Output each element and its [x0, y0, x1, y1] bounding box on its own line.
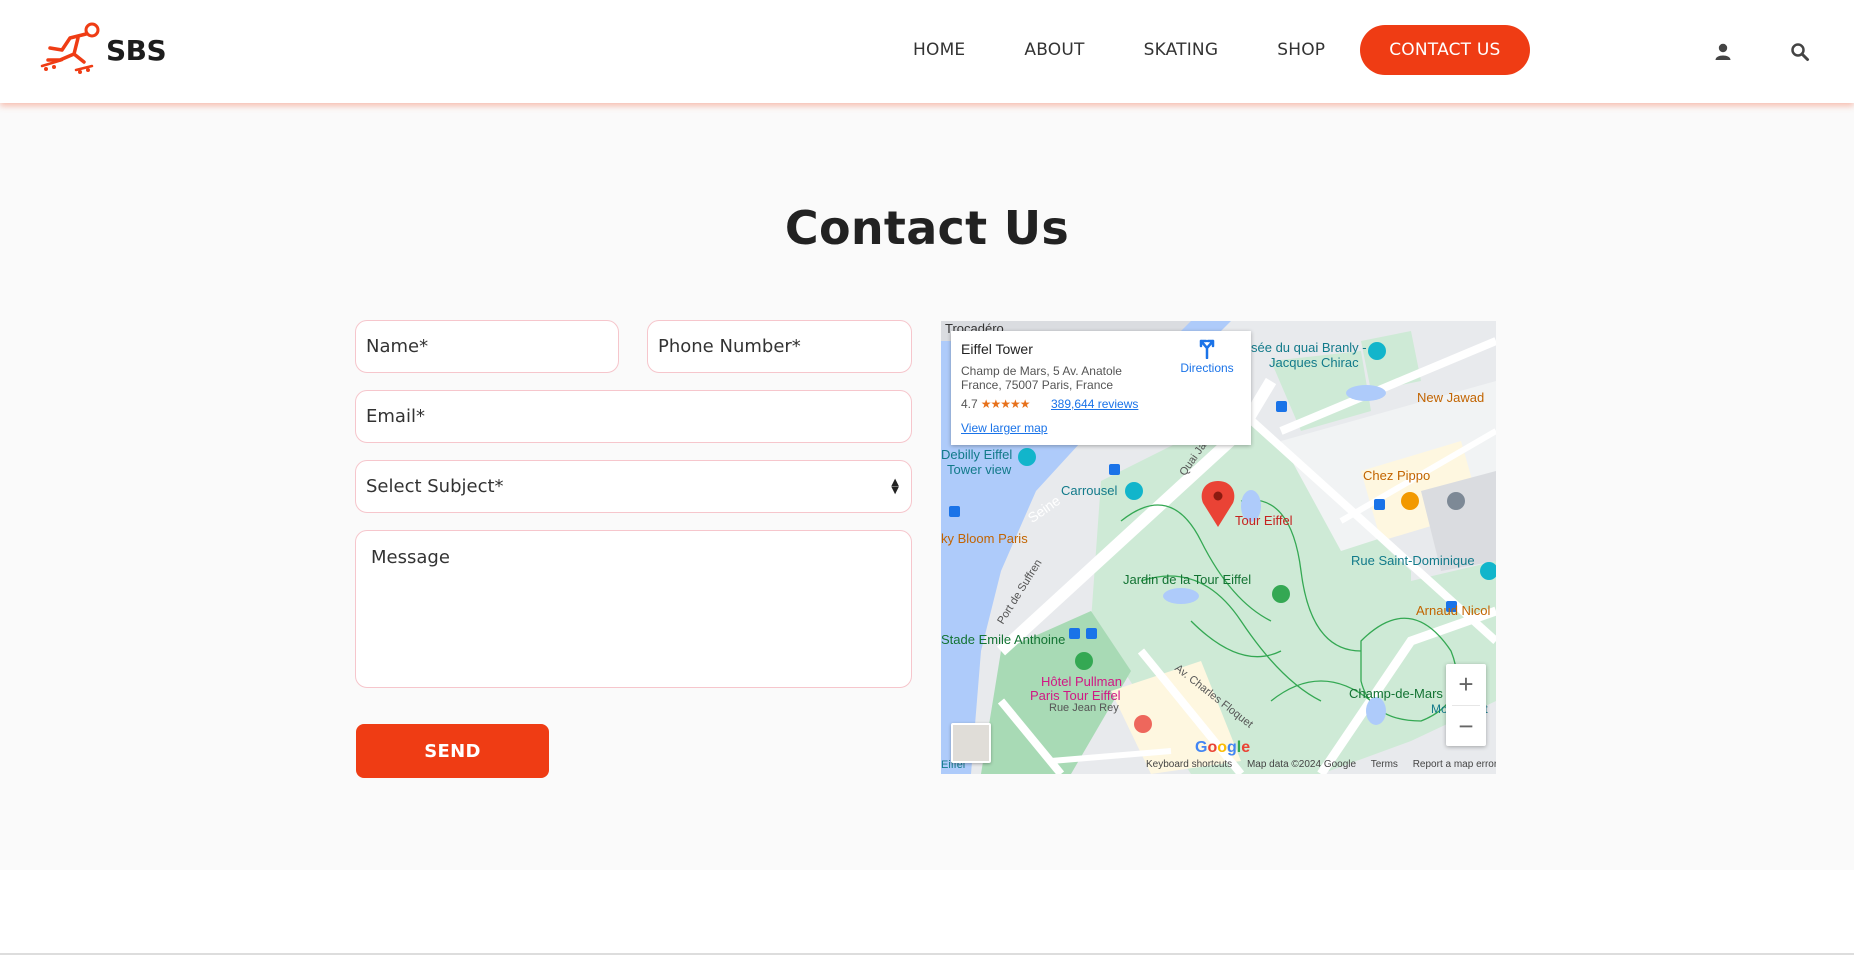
map-label: Tour Eiffel [1235, 513, 1293, 528]
nav-skating[interactable]: SKATING [1144, 40, 1219, 60]
name-input[interactable] [366, 336, 618, 357]
view-larger-map-link[interactable]: View larger map [961, 421, 1047, 435]
rating-stars-icon: ★★★★★ [980, 397, 1031, 411]
nav-contact-us-button[interactable]: CONTACT US [1360, 25, 1530, 75]
map-label: Jacques Chirac [1269, 355, 1359, 370]
place-name: Eiffel Tower [961, 341, 1033, 357]
map-label: Paris Tour Eiffel [1030, 688, 1121, 703]
report-error-link[interactable]: Report a map error [1413, 759, 1496, 770]
map-label: New Jawad [1417, 390, 1485, 405]
brand-name: SBS [106, 33, 167, 67]
map-info-card: Eiffel Tower Champ de Mars, 5 Av. Anatol… [951, 331, 1251, 445]
map-data-text: Map data ©2024 Google [1246, 759, 1357, 770]
map-label: Stade Emile Anthoine [941, 632, 1066, 647]
map-label: Debilly Eiffel [941, 447, 1013, 462]
directions-icon [1199, 339, 1215, 359]
map-label: sée du quai Branly - [1251, 340, 1367, 355]
reviews-link[interactable]: 389,644 reviews [1051, 397, 1138, 411]
nav-shop[interactable]: SHOP [1277, 40, 1325, 60]
contact-section: Contact Us Select Subject* ▲▼ SEND [0, 103, 1854, 870]
place-rating: 4.7 ★★★★★ [961, 397, 1031, 411]
phone-field[interactable] [647, 320, 912, 373]
map-label: Arnaud Nicol [1416, 603, 1491, 618]
directions-label: Directions [1180, 361, 1234, 375]
map-label: Chez Pippo [1363, 468, 1431, 483]
user-icon[interactable] [1713, 42, 1733, 62]
map-label: Hôtel Pullman [1041, 674, 1122, 689]
place-address: Champ de Mars, 5 Av. Anatole France, 750… [961, 364, 1122, 392]
map-footer: Keyboard shortcuts Map data ©2024 Google… [1146, 759, 1496, 770]
subject-selected-value: Select Subject* [366, 476, 504, 497]
keyboard-shortcuts-link[interactable]: Keyboard shortcuts [1146, 759, 1232, 770]
main-nav: HOME ABOUT SKATING SHOP CONTACT US [880, 25, 1530, 75]
email-field[interactable] [355, 390, 912, 443]
google-logo: Google [1195, 739, 1251, 756]
message-field[interactable] [355, 530, 912, 688]
brand-logo[interactable]: SBS [40, 20, 167, 80]
map-label: ky Bloom Paris [941, 531, 1028, 546]
map-label: Carrousel [1061, 483, 1118, 498]
nav-home[interactable]: HOME [913, 40, 965, 60]
send-button[interactable]: SEND [356, 724, 549, 778]
skater-logo-icon [40, 22, 100, 74]
subject-select[interactable]: Select Subject* ▲ ▼ [355, 460, 912, 513]
page-title: Contact Us [784, 201, 1070, 255]
embedded-map[interactable]: Trocadéro sée du quai Branly - Jacques C… [941, 321, 1496, 774]
directions-button[interactable]: Directions [1177, 339, 1237, 375]
terms-link[interactable]: Terms [1371, 759, 1398, 770]
nav-about[interactable]: ABOUT [1024, 40, 1084, 60]
street-view-pegman-icon[interactable] [951, 723, 991, 763]
email-input[interactable] [366, 406, 911, 427]
select-arrows-icon: ▲ ▼ [891, 476, 899, 496]
zoom-in-button[interactable]: + [1446, 664, 1486, 705]
map-label: Tower view [947, 462, 1012, 477]
message-textarea[interactable] [366, 531, 911, 687]
map-label: Jardin de la Tour Eiffel [1123, 572, 1252, 587]
rating-value: 4.7 [961, 397, 978, 411]
search-icon[interactable] [1790, 42, 1810, 62]
map-zoom-controls: + − [1446, 664, 1486, 746]
name-field[interactable] [355, 320, 619, 373]
map-label: Rue Jean Rey [1049, 702, 1119, 714]
phone-input[interactable] [658, 336, 911, 357]
map-label: Rue Saint-Dominique [1351, 553, 1475, 568]
site-header: SBS HOME ABOUT SKATING SHOP CONTACT US [0, 0, 1854, 103]
zoom-out-button[interactable]: − [1446, 706, 1486, 747]
map-label: Champ-de-Mars [1349, 686, 1443, 701]
